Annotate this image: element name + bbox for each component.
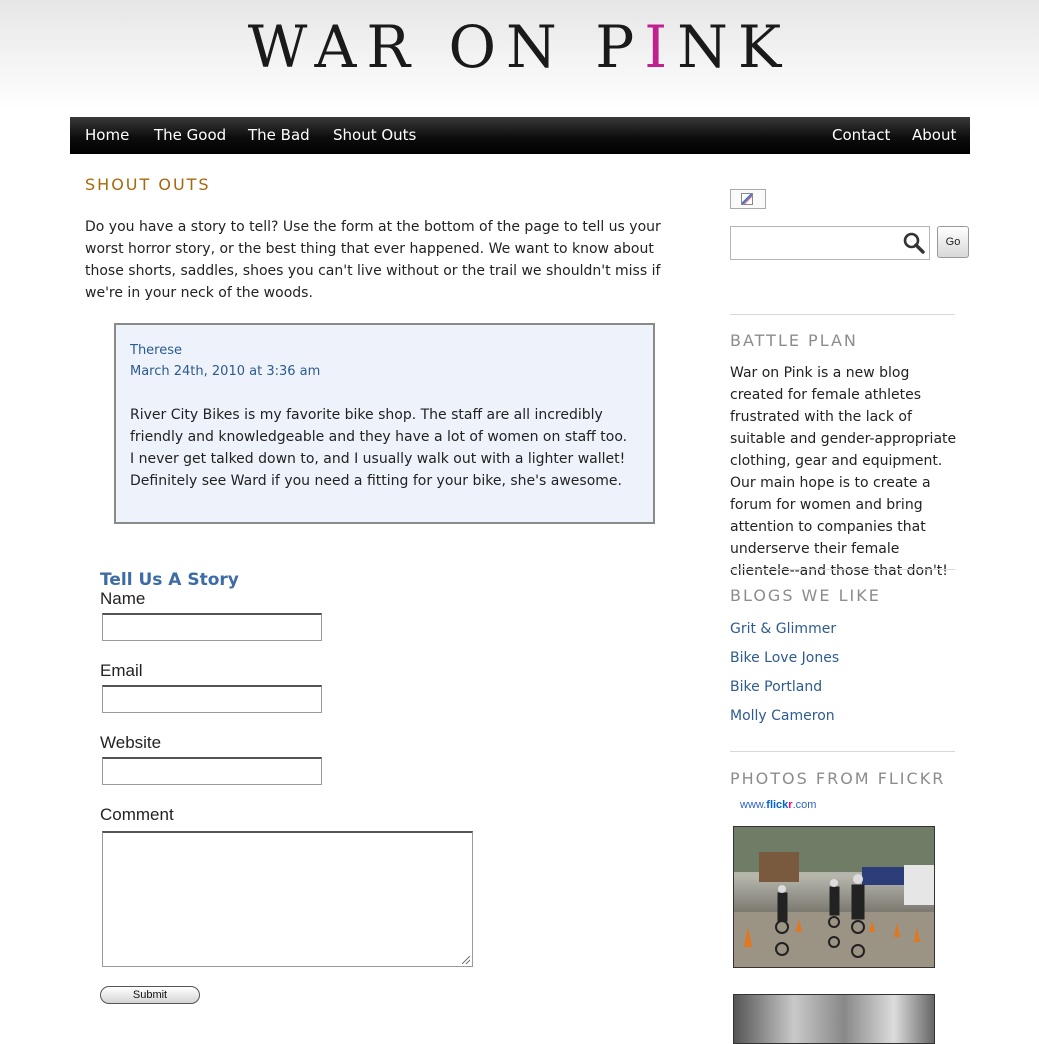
nav-shout-outs[interactable]: Shout Outs — [333, 117, 416, 154]
comment-date[interactable]: March 24th, 2010 at 3:36 am — [130, 364, 320, 379]
nav-the-bad[interactable]: The Bad — [248, 117, 310, 154]
comment-label: Comment — [100, 805, 174, 824]
website-label: Website — [100, 733, 162, 752]
blog-link-bike-portland[interactable]: Bike Portland — [730, 679, 822, 695]
flickr-title: PHOTOS FROM FLICKR — [730, 769, 946, 788]
battle-plan-text: War on Pink is a new blog created for fe… — [730, 365, 957, 579]
blog-link-grit-glimmer[interactable]: Grit & Glimmer — [730, 621, 836, 637]
search-go-button[interactable]: Go — [937, 226, 969, 258]
flickr-photo-cyclists-graphic — [734, 827, 934, 967]
divider — [730, 314, 955, 315]
divider — [730, 751, 955, 752]
name-field[interactable] — [102, 613, 322, 641]
nav-the-good[interactable]: The Good — [154, 117, 226, 154]
nav-contact[interactable]: Contact — [832, 117, 890, 154]
blogs-we-like-title: BLOGS WE LIKE — [730, 586, 881, 605]
main-nav: Home The Good The Bad Shout Outs Contact… — [70, 117, 970, 154]
divider — [730, 569, 955, 570]
website-field[interactable] — [102, 757, 322, 785]
comment-author[interactable]: Therese — [130, 343, 182, 358]
comment-text: River City Bikes is my favorite bike sho… — [130, 407, 628, 489]
blog-link-bike-love-jones[interactable]: Bike Love Jones — [730, 650, 839, 666]
search-input[interactable] — [730, 226, 930, 260]
nav-home[interactable]: Home — [85, 117, 129, 154]
name-label: Name — [100, 589, 146, 608]
resize-grip-icon[interactable] — [462, 956, 470, 964]
email-field[interactable] — [102, 685, 322, 713]
comment-textarea[interactable] — [102, 831, 473, 967]
battle-plan-title: BATTLE PLAN — [730, 331, 858, 350]
logo-text-post: NK — [677, 13, 792, 81]
logo-text-pre: WAR ON P — [247, 13, 645, 81]
flickr-photo-cyclists[interactable] — [733, 826, 935, 968]
nav-about[interactable]: About — [912, 117, 956, 154]
logo-text-pink-i: I — [644, 13, 678, 81]
intro-text: Do you have a story to tell? Use the for… — [85, 219, 661, 301]
site-logo[interactable]: WAR ON PINK — [0, 14, 1039, 80]
submit-button[interactable]: Submit — [100, 986, 200, 1004]
comment-card: Therese March 24th, 2010 at 3:36 am Rive… — [114, 323, 655, 524]
search-icon[interactable] — [903, 232, 925, 254]
broken-image-icon — [730, 189, 766, 209]
form-title: Tell Us A Story — [100, 570, 239, 590]
flickr-logo[interactable]: www.flickr.com — [740, 799, 816, 811]
page-title: SHOUT OUTS — [85, 175, 211, 194]
flickr-photo-bw[interactable] — [733, 994, 935, 1044]
blog-link-molly-cameron[interactable]: Molly Cameron — [730, 708, 835, 724]
email-label: Email — [100, 661, 143, 680]
